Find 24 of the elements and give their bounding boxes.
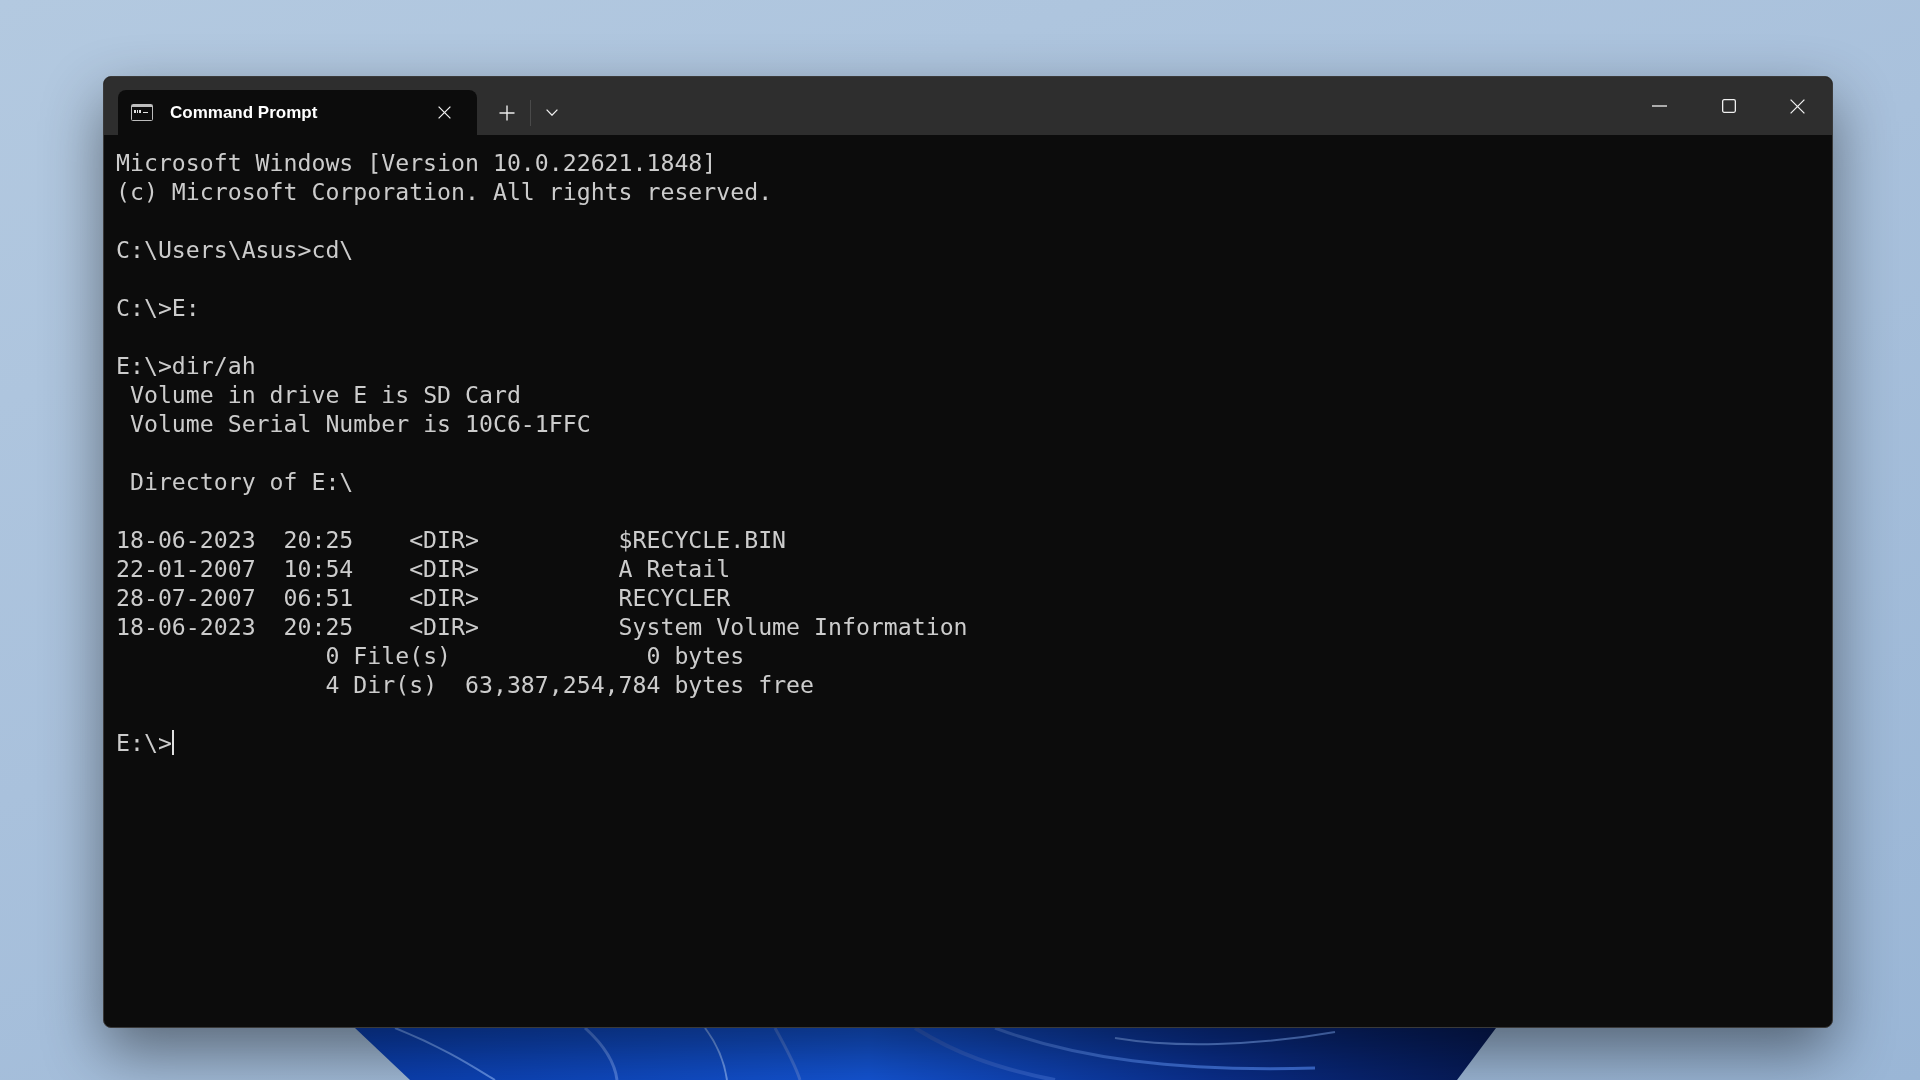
tab-title: Command Prompt xyxy=(170,101,318,124)
terminal-line: E:\>dir/ah xyxy=(116,352,256,379)
terminal-line: 18-06-2023 20:25 <DIR> $RECYCLE.BIN xyxy=(116,526,787,553)
terminal-line: C:\Users\Asus>cd\ xyxy=(116,236,354,263)
terminal-line: Directory of E:\ xyxy=(129,468,354,495)
tab[interactable]: Command Prompt xyxy=(118,90,477,135)
terminal-line: Volume in drive E is SD Card xyxy=(129,381,521,408)
terminal-line: Volume Serial Number is 10C6-1FFC xyxy=(129,410,591,437)
chevron-down-icon xyxy=(546,109,558,116)
terminal-icon xyxy=(131,104,153,121)
prompt-text: E:\> xyxy=(116,728,172,757)
minimize-icon xyxy=(1652,105,1667,107)
terminal-line: (c) Microsoft Corporation. All rights reserved. xyxy=(116,178,773,205)
terminal-line: 22-01-2007 10:54 <DIR> A Retail xyxy=(116,555,731,582)
terminal-line: 28-07-2007 06:51 <DIR> RECYCLER xyxy=(116,584,731,611)
plus-icon xyxy=(499,104,515,121)
terminal-line: 18-06-2023 20:25 <DIR> System Volume Information xyxy=(116,613,968,640)
terminal-line: C:\>E: xyxy=(116,294,200,321)
terminal-line: 0 File(s) 0 bytes xyxy=(325,642,745,669)
terminal-line: 4 Dir(s) 63,387,254,784 bytes free xyxy=(325,671,814,698)
close-icon xyxy=(437,106,451,119)
terminal-line: Microsoft Windows [Version 10.0.22621.1848] xyxy=(116,149,717,176)
maximize-icon xyxy=(1721,99,1736,113)
close-icon xyxy=(1790,98,1805,114)
